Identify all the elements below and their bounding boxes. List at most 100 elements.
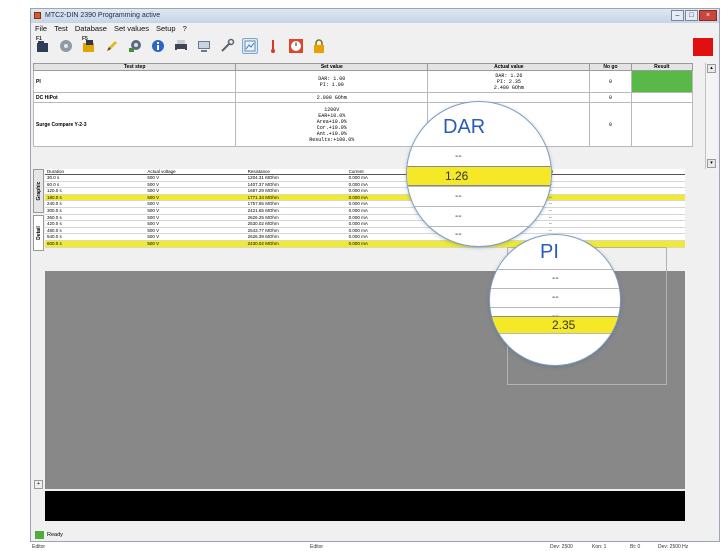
maximize-button[interactable]: □ — [685, 10, 698, 21]
step-name: PI — [32, 70, 237, 93]
stopwatch-icon[interactable] — [288, 38, 304, 54]
voltage-cell: 500 V — [145, 181, 246, 189]
duration-cell: 420.0 s — [45, 220, 146, 228]
zoom-value: 1.26 — [445, 169, 469, 183]
tab-graphic[interactable]: Graphic — [33, 169, 44, 213]
table-row-highlighted[interactable]: 180.0 s 500 V 1771.34 MOhm 0.000 mA -- — [45, 194, 685, 202]
column-header[interactable]: Set value — [235, 63, 429, 71]
close-button[interactable]: × — [699, 10, 717, 21]
resistance-cell: 1204.31 MOhm — [245, 174, 347, 182]
column-header[interactable]: Result — [630, 63, 694, 71]
result-pass-cell — [630, 70, 694, 93]
table-row[interactable]: 540.0 s500 V2626.39 MOhm0.000 mA-- — [45, 233, 685, 241]
info-icon[interactable] — [150, 38, 166, 54]
resistance-cell: 1757.65 MOhm — [245, 200, 347, 208]
zoom-row-highlighted: 2.35 — [490, 316, 620, 334]
zoom-row — [490, 333, 620, 365]
column-header[interactable]: Test step — [32, 63, 237, 71]
resistance-cell: 2530.02 MOhm — [245, 220, 347, 228]
chart-icon[interactable] — [242, 38, 258, 54]
menu-test[interactable]: Test — [54, 23, 68, 34]
table-row[interactable]: 120.0 s 500 V 1687.29 MOhm 0.000 mA -- — [45, 187, 685, 195]
dar-zoom-magnifier: DAR -- 1.26 -- -- -- — [407, 102, 551, 246]
app-icon — [34, 12, 41, 19]
duration-cell: 240.0 s — [45, 200, 146, 208]
monitor-icon[interactable] — [196, 38, 212, 54]
table-row[interactable]: PI DAR: 1.00 PI: 1.00 DAR: 1.26 PI: 2.35… — [32, 70, 694, 93]
nogo-cell: 0 — [589, 70, 632, 93]
menu-setup[interactable]: Setup — [156, 23, 176, 34]
voltage-cell: 500 V — [145, 220, 246, 228]
pencil-icon[interactable] — [104, 38, 120, 54]
zoom-title: DAR — [443, 116, 486, 138]
menu-bar: File Test Database Set values Setup ? — [31, 23, 719, 34]
voltage-cell: 500 V — [145, 233, 246, 241]
info-left: Editor — [32, 544, 46, 550]
zoom-value: -- — [455, 191, 462, 202]
column-header[interactable]: Actual value — [427, 63, 591, 71]
table-row[interactable]: 420.0 s 500 V 2530.02 MOhm 0.000 mA -- — [45, 220, 685, 228]
tab-detail[interactable]: Detail — [33, 215, 44, 251]
menu-database[interactable]: Database — [75, 23, 107, 34]
column-header[interactable]: No go — [589, 63, 632, 71]
pi-cell: -- — [546, 187, 685, 195]
title-bar: MTC2-DIN 2390 Programming active – □ × — [31, 9, 719, 23]
set-value-cell: 2.000 GOhm — [235, 92, 429, 103]
zoom-value: -- — [455, 211, 462, 222]
scroll-down-arrow-icon[interactable]: ▾ — [707, 159, 716, 168]
duration-cell: 30.0 s — [45, 174, 146, 182]
lock-icon[interactable] — [311, 38, 327, 54]
expand-panel-icon[interactable]: + — [34, 480, 43, 489]
table-row[interactable]: DC HiPot 2.000 GOhm 0 — [32, 92, 694, 103]
resistance-cell: 2421.65 MOhm — [245, 207, 347, 215]
alarm-indicator — [693, 38, 713, 56]
window-title: MTC2-DIN 2390 Programming active — [45, 12, 161, 19]
status-bar: Ready — [31, 528, 719, 541]
status-led-icon — [35, 531, 44, 539]
print-icon[interactable] — [173, 38, 189, 54]
set-value-line: 2.000 GOhm — [316, 94, 347, 101]
table-row[interactable]: 30.0 s500 V1204.31 MOhm0.000 mA-- — [45, 174, 685, 182]
duration-cell: 120.0 s — [45, 187, 146, 195]
table-row[interactable]: 300.0 s 500 V 2421.65 MOhm 0.000 mA -- — [45, 207, 685, 215]
pi-zoom-magnifier: PI -- -- -- 2.35 — [490, 235, 620, 365]
resistance-cell: 2430.02 MOhm — [245, 240, 347, 248]
nogo-cell: 0 — [589, 102, 632, 147]
set-value-cell: DAR: 1.00 PI: 1.00 — [235, 70, 429, 93]
wrench-icon[interactable] — [219, 38, 235, 54]
resistance-cell: 1687.29 MOhm — [245, 187, 347, 195]
steps-scrollbar[interactable]: ▴ ▾ — [705, 63, 717, 169]
pi-cell: -- — [546, 174, 685, 182]
table-row[interactable]: Surge Compare Y-2-3 1200V EAR+10.0% Area… — [32, 102, 694, 147]
voltage-cell: 500 V — [145, 240, 246, 248]
menu-help[interactable]: ? — [183, 23, 187, 34]
zoom-value: -- — [455, 229, 462, 240]
voltage-cell: 500 V — [145, 200, 246, 208]
pi-cell: -- — [546, 227, 685, 235]
zoom-row: -- — [407, 146, 551, 167]
zoom-value: -- — [552, 273, 559, 284]
result-cell — [630, 92, 694, 103]
menu-file[interactable]: File — [35, 23, 47, 34]
resistance-cell: 1407.37 MOhm — [245, 181, 347, 189]
zoom-row: -- — [407, 186, 551, 207]
zoom-row-highlighted: 1.26 — [407, 166, 551, 186]
menu-set-values[interactable]: Set values — [114, 23, 149, 34]
settings-icon[interactable] — [127, 38, 143, 54]
disc-icon[interactable] — [58, 38, 74, 54]
duration-cell: 60.0 s — [45, 181, 146, 189]
open-file-icon[interactable]: F1 — [35, 36, 51, 54]
minimize-button[interactable]: – — [671, 10, 684, 21]
measurement-table: Duration Actual voltage Resistance Curre… — [45, 169, 685, 248]
table-row[interactable]: 60.0 s500 V1407.37 MOhm0.000 mA-- — [45, 181, 685, 189]
table-row[interactable]: 480.0 s 500 V 2543.77 MOhm 0.000 mA -- — [45, 227, 685, 235]
measure-icon[interactable] — [265, 38, 281, 54]
scroll-up-arrow-icon[interactable]: ▴ — [707, 64, 716, 73]
result-cell — [630, 102, 694, 147]
info-bar: Editor Editor Dev: 2500 Kon: 1 Bt: 0 Dev… — [30, 543, 720, 551]
voltage-cell: 500 V — [145, 214, 246, 222]
save-icon[interactable]: F5 — [81, 36, 97, 54]
table-row[interactable]: 240.0 s 500 V 1757.65 MOhm 0.000 mA -- — [45, 200, 685, 208]
status-text: Ready — [47, 532, 63, 538]
table-row[interactable]: 360.0 s 500 V 2626.25 MOhm 0.000 mA -- — [45, 214, 685, 222]
